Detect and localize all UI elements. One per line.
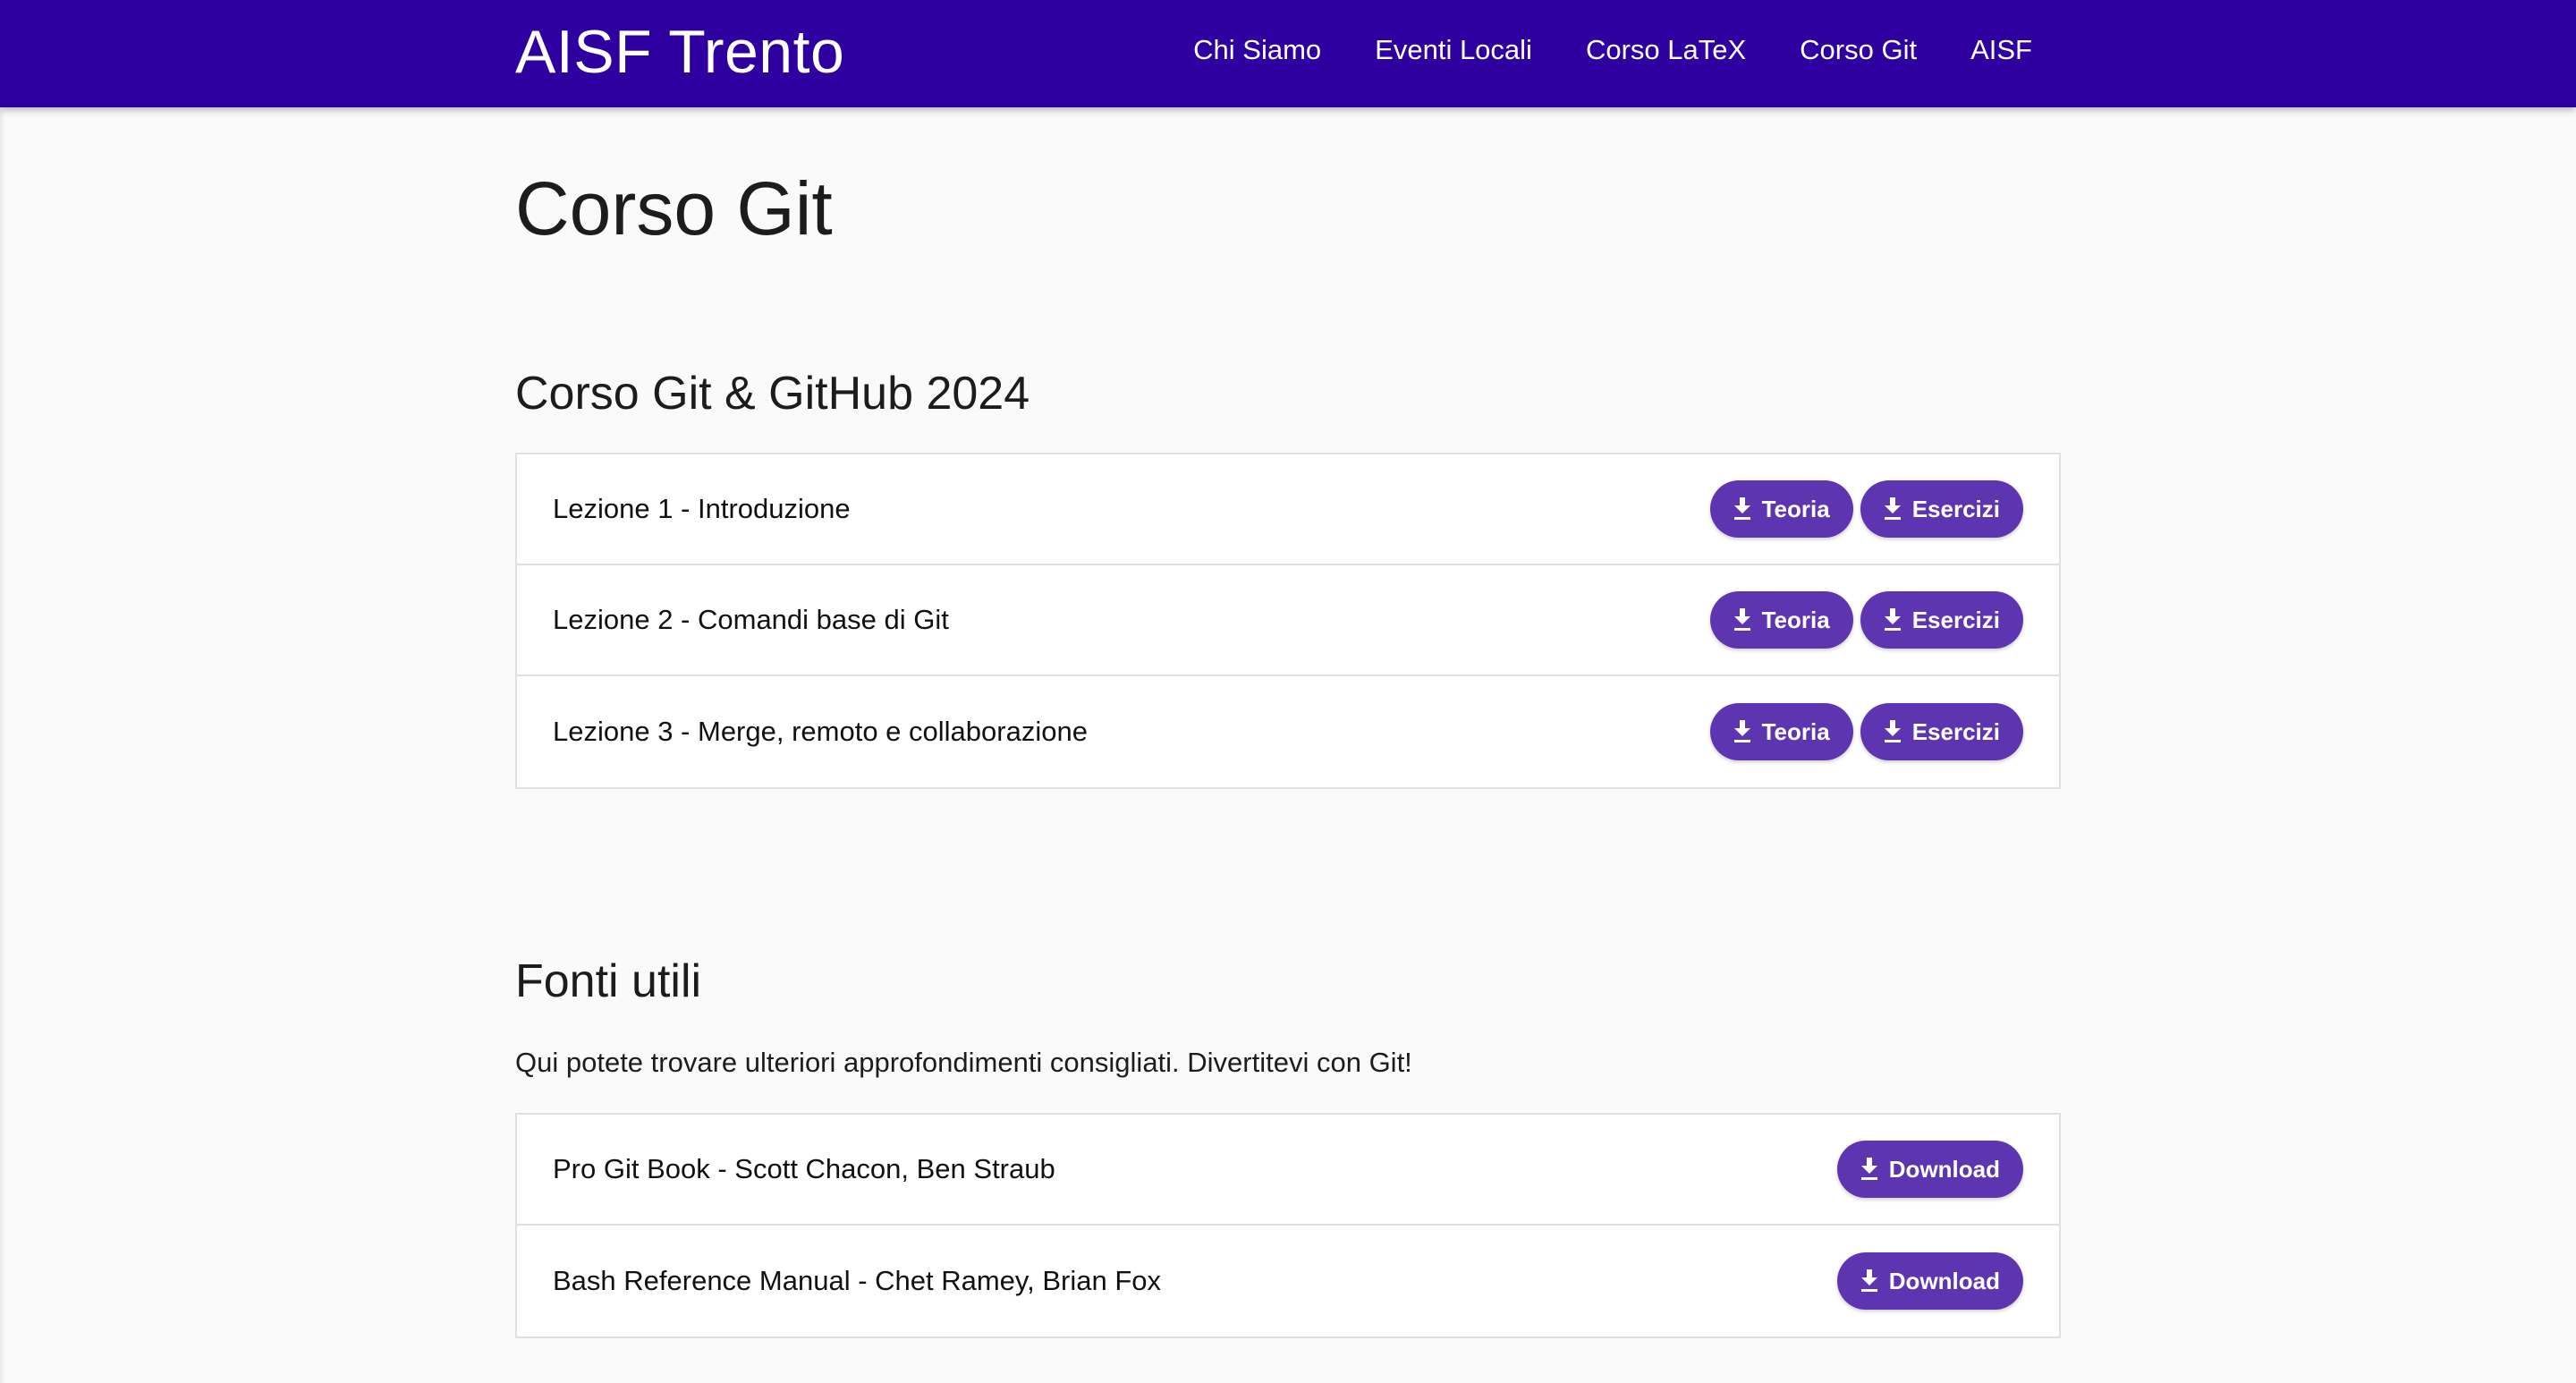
button-label: Teoria <box>1761 606 1830 633</box>
download-icon <box>1884 497 1901 520</box>
resource-row: Pro Git Book - Scott Chacon, Ben Straub … <box>517 1115 2059 1226</box>
nav-link-aisf[interactable]: AISF <box>1970 34 2032 66</box>
resource-row: Bash Reference Manual - Chet Ramey, Bria… <box>517 1226 2059 1336</box>
resource-label: Pro Git Book - Scott Chacon, Ben Straub <box>553 1153 1055 1184</box>
lesson-3-theory-button[interactable]: Teoria <box>1709 703 1853 760</box>
lesson-1-exercises-button[interactable]: Esercizi <box>1860 480 2023 538</box>
resources-description: Qui potete trovare ulteriori approfondim… <box>515 1047 1412 1078</box>
page-edge-shadow <box>0 107 5 1383</box>
lesson-3-exercises-button[interactable]: Esercizi <box>1860 703 2023 760</box>
lesson-2-exercises-button[interactable]: Esercizi <box>1860 591 2023 649</box>
download-icon <box>1860 1158 1877 1180</box>
resource-buttons: Download <box>1836 1141 2023 1198</box>
nav-link-corso-git[interactable]: Corso Git <box>1800 34 1917 66</box>
course-section-title: Corso Git & GitHub 2024 <box>515 368 1030 420</box>
lesson-buttons: Teoria Esercizi <box>1709 703 2023 760</box>
download-icon <box>1860 1269 1877 1292</box>
lesson-buttons: Teoria Esercizi <box>1709 480 2023 538</box>
lesson-label: Lezione 3 - Merge, remoto e collaborazio… <box>553 716 1088 747</box>
button-label: Teoria <box>1761 717 1830 745</box>
button-label: Esercizi <box>1911 495 2000 522</box>
button-label: Download <box>1888 1267 2000 1294</box>
button-label: Teoria <box>1761 495 1830 522</box>
lesson-row: Lezione 1 - Introduzione Teoria Esercizi <box>517 454 2059 565</box>
nav-link-corso-latex[interactable]: Corso LaTeX <box>1586 34 1746 66</box>
resource-label: Bash Reference Manual - Chet Ramey, Bria… <box>553 1265 1162 1296</box>
nav-menu: Chi Siamo Eventi Locali Corso LaTeX Cors… <box>1193 0 2032 100</box>
download-icon <box>1884 608 1901 631</box>
download-icon <box>1733 608 1750 631</box>
lesson-label: Lezione 2 - Comandi base di Git <box>553 604 949 635</box>
resource-buttons: Download <box>1836 1252 2023 1310</box>
nav-link-eventi-locali[interactable]: Eventi Locali <box>1375 34 1532 66</box>
lesson-2-theory-button[interactable]: Teoria <box>1709 591 1853 649</box>
bash-manual-download-button[interactable]: Download <box>1836 1252 2023 1310</box>
lesson-1-theory-button[interactable]: Teoria <box>1709 480 1853 538</box>
nav-link-chi-siamo[interactable]: Chi Siamo <box>1193 34 1321 66</box>
brand-link[interactable]: AISF Trento <box>515 20 844 84</box>
download-icon <box>1884 720 1901 742</box>
pro-git-download-button[interactable]: Download <box>1836 1141 2023 1198</box>
resources-list: Pro Git Book - Scott Chacon, Ben Straub … <box>515 1113 2061 1338</box>
lesson-label: Lezione 1 - Introduzione <box>553 493 851 524</box>
top-navbar: AISF Trento Chi Siamo Eventi Locali Cors… <box>0 0 2576 107</box>
lesson-row: Lezione 2 - Comandi base di Git Teoria E… <box>517 565 2059 676</box>
download-icon <box>1733 720 1750 742</box>
lesson-row: Lezione 3 - Merge, remoto e collaborazio… <box>517 676 2059 787</box>
lessons-list: Lezione 1 - Introduzione Teoria Esercizi… <box>515 453 2061 789</box>
lesson-buttons: Teoria Esercizi <box>1709 591 2023 649</box>
button-label: Esercizi <box>1911 606 2000 633</box>
button-label: Esercizi <box>1911 717 2000 745</box>
download-icon <box>1733 497 1750 520</box>
resources-section-title: Fonti utili <box>515 955 702 1007</box>
page-title: Corso Git <box>515 166 833 250</box>
button-label: Download <box>1888 1155 2000 1183</box>
